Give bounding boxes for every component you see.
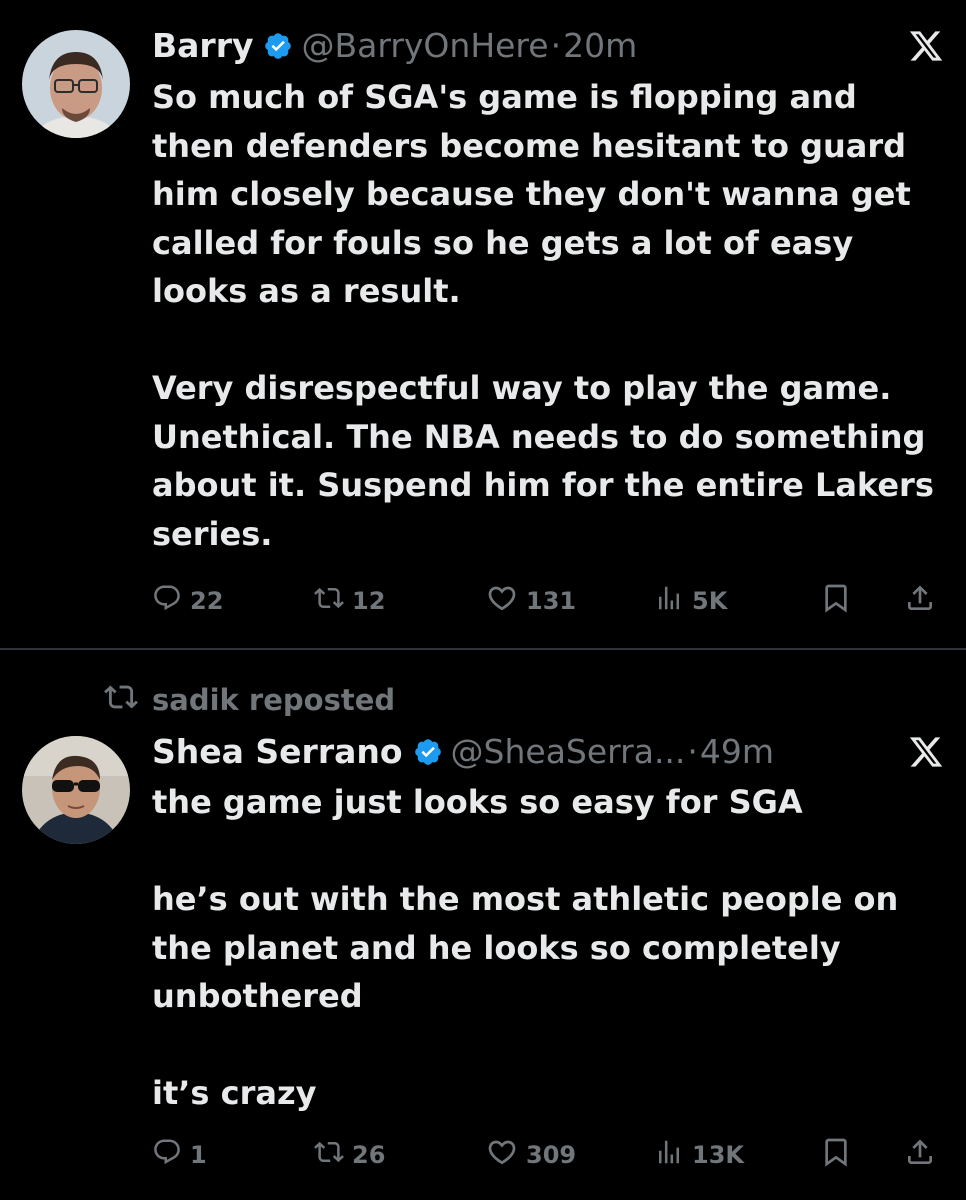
repost-count: 12 <box>352 587 386 615</box>
like-count: 131 <box>526 587 577 615</box>
separator-dot: · <box>550 26 562 65</box>
reply-icon <box>152 583 190 619</box>
like-button[interactable]: 309 <box>486 1135 576 1175</box>
bookmark-icon <box>820 1136 860 1174</box>
x-logo-icon <box>908 734 944 770</box>
tweet-header: Barry @BarryOnHere · 20m <box>152 20 866 72</box>
avatar[interactable] <box>22 30 130 138</box>
share-icon <box>904 582 944 620</box>
like-count: 309 <box>526 1141 577 1169</box>
like-icon <box>486 1136 526 1174</box>
repost-count: 26 <box>352 1141 386 1169</box>
like-button[interactable]: 131 <box>486 581 576 621</box>
display-name[interactable]: Barry <box>152 20 253 72</box>
views-icon <box>654 1137 692 1173</box>
views-icon <box>654 583 692 619</box>
display-name[interactable]: Shea Serrano <box>152 726 403 778</box>
tweet-header: Shea Serrano @SheaSerra... · 49m <box>152 726 866 778</box>
reply-count: 1 <box>190 1141 207 1169</box>
action-bar: 1 26 309 13K <box>152 1135 944 1175</box>
repost-button[interactable]: 26 <box>314 1135 385 1175</box>
views-count: 13K <box>692 1141 744 1169</box>
timestamp[interactable]: 49m <box>700 726 774 778</box>
avatar[interactable] <box>22 736 130 844</box>
bookmark-button[interactable] <box>820 1135 860 1175</box>
like-icon <box>486 582 526 620</box>
repost-button[interactable]: 12 <box>314 581 385 621</box>
bookmark-icon <box>820 582 860 620</box>
reply-count: 22 <box>190 587 224 615</box>
repost-icon <box>314 1137 352 1173</box>
action-bar: 22 12 131 5K <box>152 581 944 621</box>
verified-badge-icon <box>263 31 293 61</box>
views-button[interactable]: 13K <box>654 1135 744 1175</box>
share-icon <box>904 1136 944 1174</box>
repost-icon <box>314 583 352 619</box>
tweet-1[interactable]: Barry @BarryOnHere · 20m So much of SGA'… <box>0 0 966 648</box>
share-button[interactable] <box>904 581 944 621</box>
reply-button[interactable]: 22 <box>152 581 223 621</box>
reply-icon <box>152 1137 190 1173</box>
handle[interactable]: @SheaSerra... <box>451 726 686 778</box>
timestamp[interactable]: 20m <box>563 20 637 72</box>
views-count: 5K <box>692 587 728 615</box>
x-logo-icon <box>908 28 944 64</box>
separator-dot: · <box>687 732 698 771</box>
tweet-text: So much of SGA's game is flopping and th… <box>152 78 934 553</box>
handle[interactable]: @BarryOnHere <box>301 20 548 72</box>
views-button[interactable]: 5K <box>654 581 727 621</box>
share-button[interactable] <box>904 1135 944 1175</box>
verified-badge-icon <box>413 737 443 767</box>
bookmark-button[interactable] <box>820 581 860 621</box>
reply-button[interactable]: 1 <box>152 1135 207 1175</box>
tweet-text: the game just looks so easy for SGA he’s… <box>152 783 899 1112</box>
tweet-2[interactable]: Shea Serrano @SheaSerra... · 49m the gam… <box>0 650 966 1200</box>
